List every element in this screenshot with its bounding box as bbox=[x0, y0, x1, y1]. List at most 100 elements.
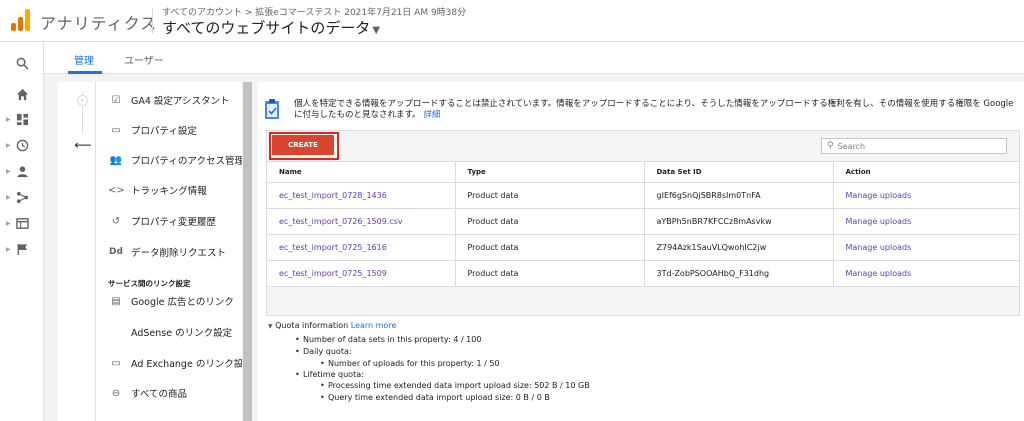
app-name: アナリティクス bbox=[40, 14, 158, 33]
manage-uploads-link[interactable]: Manage uploads bbox=[833, 208, 1019, 235]
flag-icon[interactable]: ▶ bbox=[0, 238, 44, 260]
nav-item-label: プロパティ設定 bbox=[131, 126, 197, 137]
quota-line: Query time extended data import upload s… bbox=[320, 393, 550, 402]
property-selector[interactable]: すべてのウェブサイトのデータ ▼ bbox=[162, 17, 380, 38]
code-icon: <> bbox=[108, 184, 125, 196]
create-button[interactable]: CREATE bbox=[272, 135, 334, 155]
left-nav: ▶ ▶ ▶ ▶ ▶ ▶ bbox=[0, 42, 44, 421]
nav-item-adsense-link[interactable]: AdSense のリンク設定 bbox=[131, 322, 232, 342]
history-icon: ↺ bbox=[111, 215, 121, 227]
column-header-type[interactable]: Type bbox=[455, 162, 645, 183]
quota-line: Lifetime quota: bbox=[295, 370, 364, 379]
manage-uploads-link[interactable]: Manage uploads bbox=[833, 182, 1019, 209]
quota-line: Processing time extended data import upl… bbox=[320, 381, 590, 390]
scrollbar-thumb[interactable] bbox=[243, 82, 252, 421]
pii-notice: 個人を特定できる情報をアップロードすることは禁止されています。情報をアップロード… bbox=[294, 99, 1020, 121]
nav-item-label: トラッキング情報 bbox=[131, 186, 207, 197]
pii-notice-text: 個人を特定できる情報をアップロードすることは禁止されています。情報をアップロード… bbox=[294, 99, 1014, 120]
nav-item-label: プロパティ変更履歴 bbox=[131, 217, 216, 228]
dd-icon: Dd bbox=[109, 247, 123, 257]
nav-item-tracking-info[interactable]: <> トラッキング情報 bbox=[108, 180, 207, 200]
home-icon[interactable] bbox=[0, 83, 44, 105]
nav-item-all-products[interactable]: ⊖ すべての商品 bbox=[108, 383, 187, 403]
data-set-type: Product data bbox=[455, 208, 645, 235]
nav-item-ga4-setup-assistant[interactable]: ☑ GA4 設定アシスタント bbox=[108, 90, 230, 110]
nav-item-adexchange-link[interactable]: ▭ Ad Exchange のリンク設定 bbox=[108, 353, 253, 373]
column-divider bbox=[95, 82, 96, 421]
header-divider bbox=[152, 8, 153, 34]
quota-line: Number of uploads for this property: 1 /… bbox=[320, 359, 500, 368]
products-icon: ⊖ bbox=[111, 387, 121, 399]
column-scrollbar[interactable] bbox=[242, 82, 253, 421]
nav-item-property-settings[interactable]: ▭ プロパティ設定 bbox=[108, 120, 197, 140]
manage-uploads-link[interactable]: Manage uploads bbox=[833, 260, 1019, 287]
data-set-type: Product data bbox=[455, 260, 645, 287]
learn-more-link[interactable]: 詳細 bbox=[423, 110, 440, 120]
nav-item-change-history[interactable]: ↺ プロパティ変更履歴 bbox=[108, 211, 216, 231]
property-name[interactable]: すべてのウェブサイトのデータ bbox=[162, 19, 370, 37]
adx-icon: ▭ bbox=[111, 357, 121, 369]
search-icon[interactable] bbox=[0, 52, 44, 74]
admin-tabs: 管理 ユーザー bbox=[44, 42, 1024, 74]
nav-item-label: Ad Exchange のリンク設定 bbox=[131, 359, 253, 370]
clock-icon[interactable]: ▶ bbox=[0, 134, 44, 156]
table-header-row: Name Type Data Set ID Action bbox=[267, 162, 1019, 183]
quota-title: Quota information bbox=[275, 321, 349, 330]
section-header-product-linking: サービス間のリンク設定 bbox=[108, 279, 191, 288]
analytics-logo[interactable] bbox=[11, 9, 31, 31]
search-placeholder: Search bbox=[837, 141, 866, 151]
data-sets-table-card: CREATE ⚲ Search Name Type Data Set ID Ac… bbox=[266, 130, 1020, 316]
data-sets-table: Name Type Data Set ID Action ec_test_imp… bbox=[267, 162, 1019, 287]
data-set-type: Product data bbox=[455, 182, 645, 209]
nav-item-property-access[interactable]: 👥 プロパティのアクセス管理 bbox=[108, 150, 244, 170]
column-header-action: Action bbox=[833, 162, 1019, 183]
quota-information-toggle[interactable]: ▼ Quota information Learn more bbox=[268, 321, 396, 330]
nav-item-label: すべての商品 bbox=[131, 389, 187, 400]
dashboard-icon[interactable]: ▶ bbox=[0, 108, 44, 130]
table-row: ec_test_import_0726_1509.csv Product dat… bbox=[267, 208, 1019, 235]
column-header-data-set-id[interactable]: Data Set ID bbox=[644, 162, 834, 183]
nav-item-data-deletion[interactable]: Dd データ削除リクエスト bbox=[108, 242, 226, 262]
checklist-icon: ☑ bbox=[111, 94, 121, 106]
chevron-down-icon[interactable]: ▼ bbox=[372, 25, 380, 36]
data-set-name-link[interactable]: ec_test_import_0725_1616 bbox=[267, 234, 456, 261]
search-input[interactable]: ⚲ Search bbox=[821, 138, 1007, 154]
quota-learn-more-link[interactable]: Learn more bbox=[351, 321, 397, 330]
nav-item-google-ads-link[interactable]: ▤ Google 広告とのリンク bbox=[108, 291, 234, 311]
search-icon: ⚲ bbox=[827, 141, 834, 151]
chevron-down-icon: ▼ bbox=[268, 323, 273, 330]
quota-line: Number of data sets in this property: 4 … bbox=[295, 335, 481, 344]
table-row: ec_test_import_0725_1509 Product data 3T… bbox=[267, 260, 1019, 287]
nav-item-label: データ削除リクエスト bbox=[131, 248, 227, 259]
ads-icon: ▤ bbox=[111, 295, 121, 307]
nav-item-label: GA4 設定アシスタント bbox=[131, 96, 230, 107]
group-icon: 👥 bbox=[109, 154, 123, 166]
property-settings-icon: ▭ bbox=[111, 124, 121, 136]
table-row: ec_test_import_0725_1616 Product data Z7… bbox=[267, 234, 1019, 261]
nav-item-label: Google 広告とのリンク bbox=[131, 297, 234, 308]
clipboard-icon bbox=[265, 99, 279, 119]
manage-uploads-link[interactable]: Manage uploads bbox=[833, 234, 1019, 261]
data-set-id: 3Td-ZobPSOOAHbQ_F31dhg bbox=[644, 260, 834, 287]
data-set-name-link[interactable]: ec_test_import_0728_1436 bbox=[267, 182, 456, 209]
data-set-id: gIEf6gSnQjSBR8sIm0TnFA bbox=[644, 182, 834, 209]
acquisition-icon[interactable]: ▶ bbox=[0, 186, 44, 208]
tab-admin[interactable]: 管理 bbox=[74, 52, 94, 67]
column-header-name[interactable]: Name bbox=[267, 162, 456, 183]
table-toolbar: CREATE ⚲ Search bbox=[267, 131, 1019, 162]
quota-line: Daily quota: bbox=[295, 347, 351, 356]
person-icon[interactable]: ▶ bbox=[0, 160, 44, 182]
back-arrow-icon[interactable]: ⟵ bbox=[72, 136, 94, 154]
data-set-type: Product data bbox=[455, 234, 645, 261]
data-set-name-link[interactable]: ec_test_import_0726_1509.csv bbox=[267, 208, 456, 235]
data-set-id: Z794Azk1SauVLQwohIC2jw bbox=[644, 234, 834, 261]
data-set-id: aYBPh5nBR7KFCCz8mAsvkw bbox=[644, 208, 834, 235]
table-row: ec_test_import_0728_1436 Product data gI… bbox=[267, 182, 1019, 209]
behavior-icon[interactable]: ▶ bbox=[0, 212, 44, 234]
tab-user[interactable]: ユーザー bbox=[124, 52, 164, 67]
chevron-right-icon[interactable]: › bbox=[77, 95, 88, 106]
nav-item-label: プロパティのアクセス管理 bbox=[131, 156, 244, 167]
data-set-name-link[interactable]: ec_test_import_0725_1509 bbox=[267, 260, 456, 287]
top-bar: アナリティクス すべてのアカウント > 拡張eコマーステスト 2021年7月21… bbox=[0, 0, 1024, 42]
nav-item-label: AdSense のリンク設定 bbox=[131, 328, 233, 339]
